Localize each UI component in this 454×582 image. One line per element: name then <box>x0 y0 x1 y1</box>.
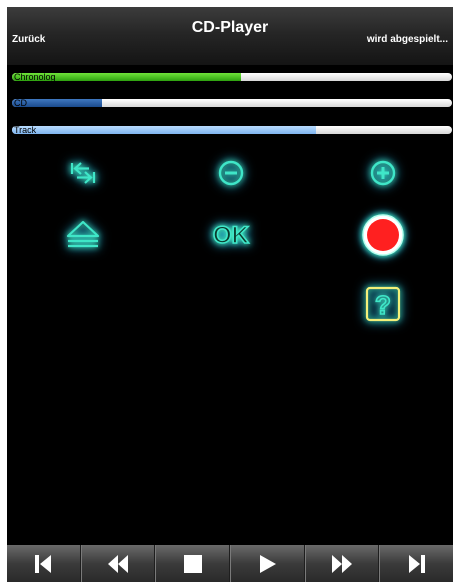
track-progress-label: Track <box>14 126 37 134</box>
skip-back-icon <box>70 162 96 184</box>
track-progress-fill <box>12 126 316 134</box>
stop-button[interactable] <box>155 545 231 582</box>
ok-button[interactable]: OK <box>203 212 259 258</box>
stop-icon <box>183 554 202 573</box>
chronolog-progress-bar[interactable]: Chronolog <box>12 73 452 81</box>
record-icon <box>362 214 404 256</box>
play-button[interactable] <box>230 545 305 582</box>
minus-icon <box>218 160 244 186</box>
svg-text:?: ? <box>375 290 391 320</box>
cd-progress-label: CD <box>14 99 27 107</box>
help-button[interactable]: ? <box>355 281 411 327</box>
fast-forward-button[interactable] <box>304 545 380 582</box>
track-progress-bar[interactable]: Track <box>12 126 452 134</box>
record-button[interactable] <box>355 212 411 258</box>
cd-progress-bar[interactable]: CD <box>12 99 452 107</box>
volume-down-button[interactable] <box>203 150 259 196</box>
next-track-icon <box>408 554 425 573</box>
header-bar: Zurück CD-Player wird abgespielt... <box>7 7 453 66</box>
ok-icon: OK <box>212 221 250 250</box>
eject-icon <box>66 220 100 248</box>
rewind-button[interactable] <box>80 545 156 582</box>
fast-forward-icon <box>332 554 353 573</box>
cd-player-app: Zurück CD-Player wird abgespielt... Chro… <box>7 7 453 582</box>
transport-toolbar <box>7 545 453 582</box>
plus-icon <box>370 160 396 186</box>
play-icon <box>260 554 277 573</box>
help-icon: ? <box>365 286 401 322</box>
svg-text:OK: OK <box>213 222 250 249</box>
previous-track-button[interactable] <box>7 545 81 582</box>
volume-up-button[interactable] <box>355 150 411 196</box>
previous-track-icon <box>35 554 52 573</box>
next-track-button[interactable] <box>379 545 453 582</box>
playback-status: wird abgespielt... <box>366 34 448 45</box>
skip-back-button[interactable] <box>55 150 111 196</box>
eject-button[interactable] <box>55 212 111 258</box>
chronolog-progress-label: Chronolog <box>14 73 56 81</box>
rewind-icon <box>108 554 128 573</box>
